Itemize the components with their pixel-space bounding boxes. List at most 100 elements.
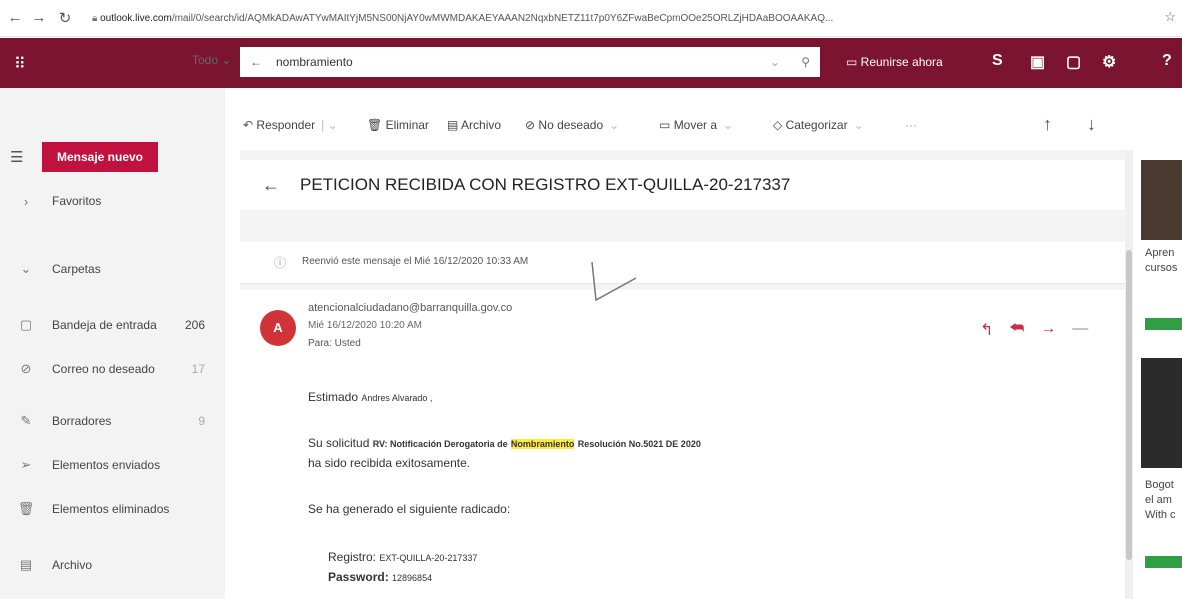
reply-button[interactable]: ↶ Responder | ⌄ bbox=[243, 118, 338, 132]
greeting-line: Estimado Andres Alvarado , bbox=[308, 390, 432, 404]
next-message-icon[interactable]: ↓ bbox=[1087, 114, 1096, 135]
office-icon[interactable]: ▣ bbox=[1030, 52, 1045, 72]
sidebar-item-drafts[interactable]: ✎ Borradores 9 bbox=[0, 408, 225, 434]
ad-image[interactable] bbox=[1141, 160, 1182, 240]
bookmark-star-icon[interactable]: ☆ bbox=[1164, 9, 1176, 25]
chevron-right-icon[interactable]: › bbox=[0, 194, 52, 209]
sidebar-item-sent[interactable]: ➢ Elementos enviados bbox=[0, 452, 225, 478]
search-box[interactable]: ← nombramiento ⌄ ⚲ bbox=[240, 47, 820, 77]
sidebar-item-inbox[interactable]: ▢ Bandeja de entrada 206 bbox=[0, 312, 225, 338]
info-icon: ⓘ bbox=[274, 256, 287, 270]
forward-info-text: Reenvió este mensaje el Mié 16/12/2020 1… bbox=[302, 256, 529, 267]
sidebar-item-label: Elementos enviados bbox=[52, 458, 161, 472]
avatar[interactable]: A bbox=[260, 310, 296, 346]
search-back-icon[interactable]: ← bbox=[250, 47, 262, 77]
registro-line: Registro: EXT-QUILLA-20-217337 bbox=[328, 550, 477, 564]
meet-now-label: Reunirse ahora bbox=[860, 55, 943, 69]
archive-button[interactable]: ▤ Archivo bbox=[447, 118, 501, 132]
app-launcher-icon[interactable]: ⠿ bbox=[14, 54, 26, 74]
draft-count: 9 bbox=[198, 414, 205, 428]
skype-icon[interactable]: S bbox=[992, 52, 1003, 70]
junk-icon: ⊘ bbox=[525, 118, 536, 132]
message-actions: ↰ ⮪ → — bbox=[980, 320, 1088, 340]
categorize-button[interactable]: ◇ Categorizar ⌄ bbox=[773, 118, 864, 132]
search-scope-dropdown[interactable]: Todo ⌄ bbox=[192, 53, 231, 67]
sidebar-item-favoritos[interactable]: › Favoritos bbox=[0, 188, 225, 214]
settings-gear-icon[interactable]: ⚙ bbox=[1102, 52, 1116, 72]
registro-value: EXT-QUILLA-20-217337 bbox=[379, 553, 478, 563]
reload-icon[interactable]: ↻ bbox=[56, 9, 74, 27]
search-highlight: Nombramiento bbox=[510, 439, 575, 449]
inbox-icon: ▢ bbox=[19, 317, 33, 332]
meet-now-button[interactable]: ▭ Reunirse ahora bbox=[846, 55, 943, 69]
reading-pane-scrollbar[interactable] bbox=[1125, 150, 1133, 599]
forward-info-bar: ⓘ Reenvió este mensaje el Mié 16/12/2020… bbox=[240, 242, 1125, 284]
feedback-icon[interactable]: ▢ bbox=[1066, 52, 1081, 72]
password-label: Password: bbox=[328, 570, 389, 584]
search-input[interactable]: nombramiento bbox=[276, 47, 353, 77]
sidebar-item-carpetas[interactable]: ⌄ Carpetas bbox=[0, 256, 225, 282]
junk-label: No deseado bbox=[538, 118, 604, 132]
back-icon[interactable]: ← bbox=[6, 9, 24, 26]
greeting-word: Estimado bbox=[308, 390, 359, 404]
move-to-button[interactable]: ▭ Mover a ⌄ bbox=[659, 118, 733, 132]
reply-icon[interactable]: ↰ bbox=[980, 320, 993, 340]
sidebar-item-label: Favoritos bbox=[52, 194, 102, 208]
ad-image[interactable] bbox=[1141, 358, 1182, 468]
hamburger-menu-icon[interactable]: ☰ bbox=[10, 148, 23, 166]
move-label: Mover a bbox=[673, 118, 718, 132]
handwritten-check-mark bbox=[591, 261, 637, 302]
delete-button[interactable]: 🗑︎ Eliminar bbox=[367, 118, 429, 132]
reply-all-icon[interactable]: ⮪ bbox=[1009, 320, 1024, 340]
more-icon[interactable]: — bbox=[1072, 320, 1088, 340]
pencil-icon: ✎ bbox=[20, 413, 32, 428]
sidebar-item-label: Correo no deseado bbox=[52, 362, 155, 376]
sidebar-item-label: Elementos eliminados bbox=[52, 502, 170, 516]
help-icon[interactable]: ? bbox=[1162, 52, 1172, 70]
sender-address[interactable]: atencionalciudadano@barranquilla.gov.co bbox=[308, 302, 512, 314]
search-icon[interactable]: ⚲ bbox=[801, 47, 810, 77]
archive-icon: ▤ bbox=[19, 557, 33, 572]
url-host: outlook.live.com bbox=[100, 13, 172, 24]
reply-label: Responder bbox=[256, 118, 316, 132]
sidebar-item-deleted[interactable]: 🗑︎ Elementos eliminados bbox=[0, 496, 225, 522]
trash-icon: 🗑︎ bbox=[367, 118, 383, 132]
scrollbar-thumb[interactable] bbox=[1126, 250, 1132, 560]
folder-pane: ☰ Mensaje nuevo › Favoritos ⌄ Carpetas ▢… bbox=[0, 88, 225, 599]
more-actions-button[interactable]: ··· bbox=[905, 118, 917, 132]
sidebar-item-label: Bandeja de entrada bbox=[52, 318, 157, 332]
password-value: 12896854 bbox=[392, 573, 433, 583]
junk-icon: ⊘ bbox=[20, 361, 32, 376]
resolution-number: Resolución No.5021 DE 2020 bbox=[577, 439, 701, 449]
ad-badge bbox=[1145, 318, 1182, 330]
trash-icon: 🗑︎ bbox=[17, 501, 35, 516]
sidebar-item-archive[interactable]: ▤ Archivo bbox=[0, 552, 225, 578]
sidebar-item-junk[interactable]: ⊘ Correo no deseado 17 bbox=[0, 356, 225, 382]
ad-text[interactable]: Apren cursos bbox=[1145, 246, 1182, 276]
send-icon: ➢ bbox=[20, 457, 32, 472]
greeting-name: Andres Alvarado , bbox=[361, 393, 433, 403]
new-message-button[interactable]: Mensaje nuevo bbox=[42, 142, 158, 172]
url-path: /mail/0/search/id/AQMkADAwATYwMAItYjM5NS… bbox=[171, 13, 834, 24]
address-bar[interactable]: 🔒︎ outlook.live.com/mail/0/search/id/AQM… bbox=[92, 8, 1152, 30]
chevron-down-icon[interactable]: ⌄ bbox=[0, 261, 52, 277]
ad-badge bbox=[1145, 556, 1182, 568]
outlook-header: ⠿ Todo ⌄ ← nombramiento ⌄ ⚲ ▭ Reunirse a… bbox=[0, 38, 1182, 88]
move-icon: ▭ bbox=[659, 118, 671, 132]
junk-button[interactable]: ⊘ No deseado ⌄ bbox=[525, 118, 619, 132]
request-title: RV: Notificación Derogatoria de bbox=[372, 439, 508, 449]
search-options-chevron-icon[interactable]: ⌄ bbox=[770, 47, 780, 77]
forward-icon[interactable]: → bbox=[1040, 320, 1056, 340]
forward-icon[interactable]: → bbox=[30, 9, 48, 26]
categorize-label: Categorizar bbox=[785, 118, 848, 132]
unread-count: 17 bbox=[191, 362, 205, 376]
reading-pane: ← PETICION RECIBIDA CON REGISTRO EXT-QUI… bbox=[240, 150, 1125, 599]
ad-text[interactable]: Bogot el am With c bbox=[1145, 478, 1182, 523]
sidebar-item-label: Archivo bbox=[52, 558, 93, 572]
back-arrow-icon[interactable]: ← bbox=[262, 175, 280, 196]
recipient-line: Para: Usted bbox=[308, 338, 361, 349]
message-card: A atencionalciudadano@barranquilla.gov.c… bbox=[240, 290, 1125, 599]
search-scope-label: Todo bbox=[192, 53, 219, 67]
previous-message-icon[interactable]: ↑ bbox=[1043, 114, 1052, 135]
subject-bar: ← PETICION RECIBIDA CON REGISTRO EXT-QUI… bbox=[240, 160, 1125, 210]
